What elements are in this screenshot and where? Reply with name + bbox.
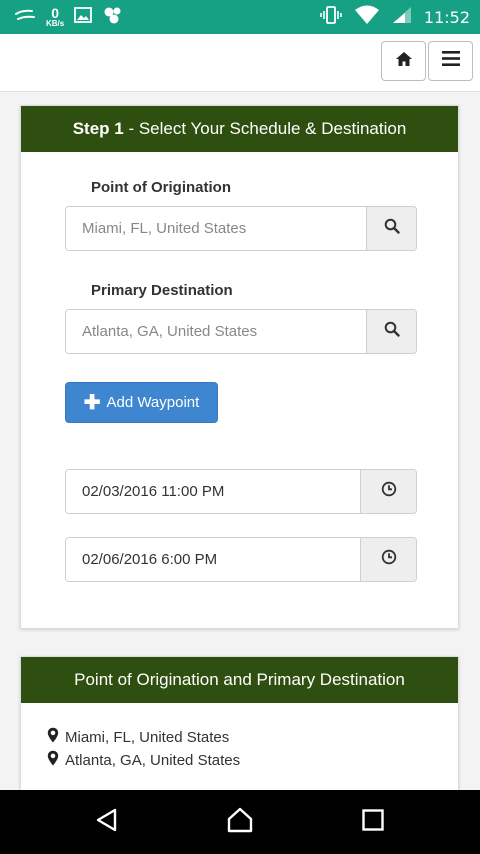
step1-card: Step 1 - Select Your Schedule & Destinat… — [20, 105, 459, 629]
step1-card-header: Step 1 - Select Your Schedule & Destinat… — [21, 106, 458, 152]
search-icon — [384, 321, 400, 342]
home-button[interactable] — [381, 41, 426, 81]
clock-icon — [381, 481, 397, 502]
summary-card: Point of Origination and Primary Destina… — [20, 656, 459, 806]
origin-input-group — [65, 206, 417, 251]
step1-title-rest: - Select Your Schedule & Destination — [123, 119, 407, 138]
home-nav-button[interactable] — [224, 806, 256, 838]
system-nav-bar — [0, 790, 480, 854]
back-icon — [94, 807, 120, 838]
hamburger-menu-icon — [441, 51, 460, 71]
origin-search-button[interactable] — [366, 207, 416, 250]
location-text: Atlanta, GA, United States — [65, 751, 241, 769]
recent-apps-icon — [361, 808, 385, 837]
destination-label: Primary Destination — [91, 282, 233, 299]
status-time: 11:52 — [423, 7, 470, 27]
add-waypoint-label: Add Waypoint — [106, 394, 200, 411]
start-datetime-input[interactable] — [66, 470, 360, 513]
plus-icon: ✚ — [83, 391, 101, 414]
summary-title: Point of Origination and Primary Destina… — [74, 670, 405, 689]
origin-label: Point of Origination — [91, 179, 231, 196]
step1-title-bold: Step 1 — [72, 119, 124, 138]
list-item: Atlanta, GA, United States — [47, 750, 240, 770]
app-header — [0, 34, 480, 92]
notification-icon — [14, 8, 36, 27]
signal-icon — [392, 6, 412, 29]
clock-icon — [381, 549, 397, 570]
status-right: 11:52 — [320, 4, 470, 30]
end-datetime-group — [65, 537, 417, 582]
start-datetime-group — [65, 469, 417, 514]
status-bar: 0 KB/s 11:52 — [0, 0, 480, 34]
list-item: Miami, FL, United States — [47, 727, 229, 747]
home-icon — [395, 51, 413, 72]
network-speed-unit: KB/s — [46, 19, 65, 28]
image-icon — [74, 6, 93, 28]
network-speed: 0 KB/s — [46, 6, 64, 28]
end-datetime-input[interactable] — [66, 538, 360, 581]
wifi-icon — [354, 5, 380, 30]
recent-apps-button[interactable] — [357, 806, 389, 838]
home-outline-icon — [226, 807, 254, 838]
destination-input-group — [65, 309, 417, 354]
menu-button[interactable] — [428, 41, 473, 81]
app-icon — [102, 5, 124, 30]
destination-input[interactable] — [66, 310, 366, 353]
search-icon — [384, 218, 400, 239]
origin-input[interactable] — [66, 207, 366, 250]
network-speed-value: 0 — [51, 5, 60, 21]
back-button[interactable] — [91, 806, 123, 838]
start-time-picker-button[interactable] — [360, 470, 416, 513]
add-waypoint-button[interactable]: ✚ Add Waypoint — [65, 382, 218, 423]
vibrate-icon — [320, 5, 342, 30]
location-text: Miami, FL, United States — [65, 728, 230, 746]
status-left: 0 KB/s — [14, 4, 124, 30]
summary-card-header: Point of Origination and Primary Destina… — [21, 657, 458, 703]
end-time-picker-button[interactable] — [360, 538, 416, 581]
destination-search-button[interactable] — [366, 310, 416, 353]
map-marker-icon — [47, 727, 59, 747]
map-marker-icon — [47, 750, 59, 770]
